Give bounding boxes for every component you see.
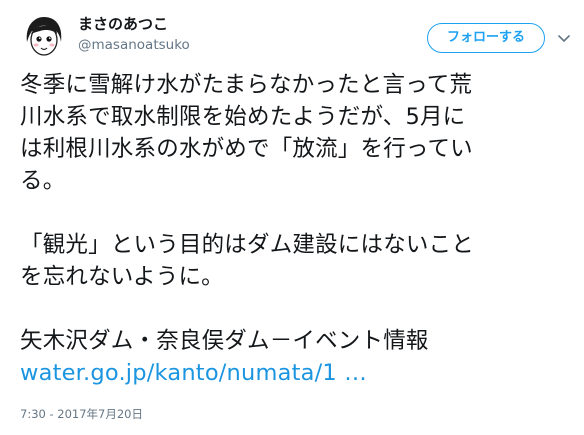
avatar-portrait-icon xyxy=(20,12,68,60)
follow-button[interactable]: フォローする xyxy=(427,23,545,53)
tweet-text-line: 冬季に雪解け水がたまらなかったと言って荒 xyxy=(20,72,473,98)
tweet-link[interactable]: water.go.jp/kanto/numata/1 … xyxy=(20,357,576,389)
user-names[interactable]: まさのあつこ @masanoatsuko xyxy=(78,14,190,54)
tweet-card: まさのあつこ @masanoatsuko フォローする 冬季に雪解け水がたまらな… xyxy=(0,0,584,435)
chevron-down-icon[interactable] xyxy=(556,30,572,46)
tweet-text-blank-line xyxy=(20,293,576,325)
tweet-text-line: 矢木沢ダム・奈良俣ダム－イベント情報 xyxy=(20,328,429,354)
tweet-text: 冬季に雪解け水がたまらなかったと言って荒 川水系で取水制限を始めたようだが、5月… xyxy=(20,69,576,389)
tweet-text-line: 「観光」という目的はダム建設にはないこと xyxy=(20,232,475,258)
avatar[interactable] xyxy=(20,12,68,60)
tweet-text-line: る。 xyxy=(20,168,66,194)
tweet-text-blank-line xyxy=(20,197,576,229)
display-name[interactable]: まさのあつこ xyxy=(78,14,190,34)
tweet-text-line: は利根川水系の水がめで「放流」を行ってい xyxy=(20,136,473,162)
tweet-text-line: を忘れないように。 xyxy=(20,264,224,290)
timestamp[interactable]: 7:30 - 2017年7月20日 xyxy=(20,406,143,422)
screen-name[interactable]: @masanoatsuko xyxy=(78,36,190,54)
tweet-text-line: 川水系で取水制限を始めたようだが、5月に xyxy=(20,104,466,130)
